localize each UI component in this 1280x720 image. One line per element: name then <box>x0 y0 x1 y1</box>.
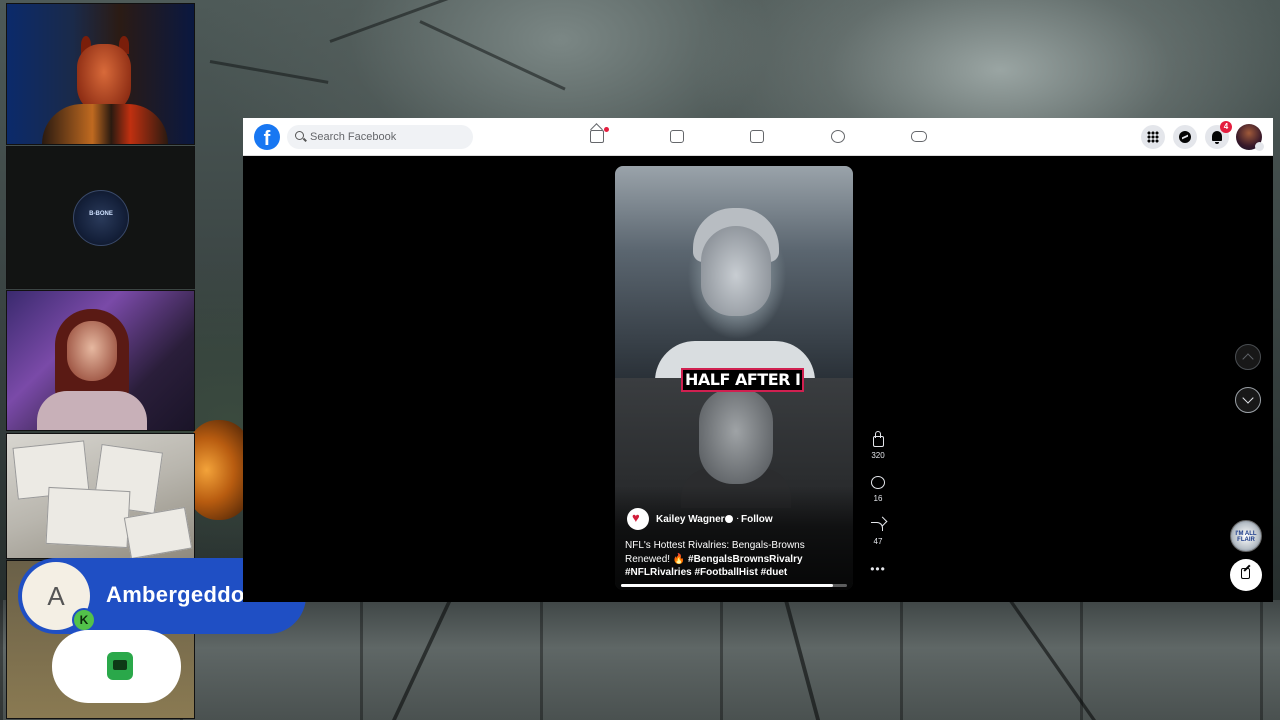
hashtag-link[interactable]: #BengalsBrownsRivalry <box>688 554 803 565</box>
like-button[interactable]: 320 <box>867 431 889 460</box>
webcam-host <box>6 3 195 145</box>
kick-mascot-icon <box>107 652 133 680</box>
channel-logo: B-BONE <box>73 190 129 246</box>
messenger-button[interactable] <box>1173 125 1197 149</box>
messenger-icon <box>1179 131 1191 143</box>
video-caption: HALF AFTER I <box>681 368 805 392</box>
gaming-icon <box>911 131 927 142</box>
author-avatar[interactable] <box>627 508 649 530</box>
share-count: 47 <box>873 537 883 546</box>
webcam-newspapers <box>6 433 195 559</box>
webcam-guest <box>6 290 195 431</box>
thumbs-up-icon <box>873 431 884 447</box>
description-text: Renewed! 🔥 <box>625 553 689 565</box>
search-input[interactable]: Search Facebook <box>287 125 473 149</box>
facebook-logo-icon[interactable]: f <box>254 124 280 150</box>
more-icon: ••• <box>870 562 886 576</box>
search-icon <box>295 131 304 140</box>
description-line: Renewed! 🔥 #BengalsBrownsRivalry <box>625 553 845 567</box>
chevron-down-icon[interactable] <box>1255 142 1264 151</box>
separator-dot: · <box>736 513 740 524</box>
guest-body <box>37 391 147 430</box>
duet-top-video <box>615 166 853 381</box>
video-progress-fill <box>621 584 834 587</box>
share-icon <box>871 522 883 531</box>
nav-marketplace[interactable] <box>726 118 790 156</box>
video-icon <box>670 130 684 143</box>
hashtag-link[interactable]: #NFLRivalries #FootballHist #duet <box>625 566 845 580</box>
menu-button[interactable] <box>1141 125 1165 149</box>
compose-icon <box>1241 568 1250 579</box>
verified-icon <box>725 515 733 523</box>
new-message-button[interactable] <box>1230 559 1262 591</box>
new-content-dot <box>604 127 609 132</box>
stream-badge-stamp: I'M ALL FLAIR <box>1230 520 1262 552</box>
reel-description: NFL's Hottest Rivalries: Bengals-Browns … <box>625 539 845 580</box>
description-line: NFL's Hottest Rivalries: Bengals-Browns <box>625 540 805 551</box>
speaker-face <box>701 226 771 316</box>
next-reel-button[interactable] <box>1235 387 1261 413</box>
home-icon <box>590 130 604 143</box>
author-name[interactable]: Kailey Wagner <box>656 514 725 525</box>
kick-card <box>52 630 181 703</box>
facebook-topbar: f Search Facebook 4 <box>243 118 1273 156</box>
more-options-button[interactable]: ••• <box>867 562 889 576</box>
jack-o-lantern <box>188 420 250 520</box>
chevron-up-icon <box>1242 353 1254 365</box>
speaker-face <box>699 388 773 484</box>
nav-groups[interactable] <box>807 118 871 156</box>
nav-gaming[interactable] <box>887 118 951 156</box>
facebook-window: f Search Facebook 4 HALF AFTER I ♥ Kaile… <box>243 118 1273 602</box>
kick-badge-icon: K <box>72 608 96 632</box>
nav-home[interactable] <box>566 118 630 156</box>
comment-button[interactable]: 16 <box>867 475 889 503</box>
nav-video[interactable] <box>646 118 710 156</box>
notification-badge: 4 <box>1220 121 1232 133</box>
channel-logo-text: B-BONE <box>89 211 113 217</box>
groups-icon <box>831 130 845 143</box>
guest-face <box>67 321 117 381</box>
webcam-logo: B-BONE <box>6 146 195 289</box>
stamp-text: I'M ALL FLAIR <box>1235 531 1257 543</box>
follow-button[interactable]: Follow <box>741 514 773 525</box>
bell-icon <box>1212 131 1222 144</box>
comment-count: 16 <box>873 494 883 503</box>
newspaper-clipping <box>123 506 193 558</box>
comment-icon <box>871 476 885 489</box>
marketplace-icon <box>750 130 764 143</box>
previous-reel-button[interactable] <box>1235 344 1261 370</box>
chevron-down-icon <box>1242 392 1254 404</box>
newspaper-clipping <box>45 486 131 549</box>
host-costume <box>42 104 168 144</box>
reel-video[interactable]: HALF AFTER I Kailey Wagner · Follow NFL'… <box>615 166 853 590</box>
share-button[interactable]: 47 <box>867 518 889 546</box>
grid-menu-icon <box>1147 131 1159 143</box>
search-placeholder: Search Facebook <box>310 131 397 143</box>
video-progress-bar[interactable] <box>621 584 847 587</box>
like-count: 320 <box>871 451 885 460</box>
